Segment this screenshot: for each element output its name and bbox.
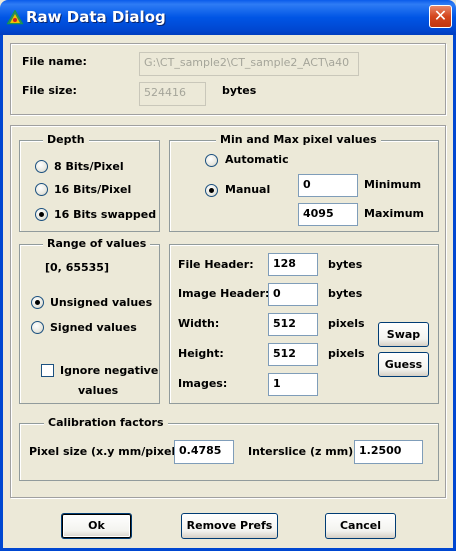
depth-8bit-radio[interactable] [35,160,48,173]
file-header-label: File Header: [178,258,254,271]
file-size-label: File size: [22,84,77,97]
file-header-unit: bytes [328,258,363,271]
signed-radio[interactable] [31,321,44,334]
width-input[interactable]: 512 [268,313,318,336]
calibration-group-title: Calibration factors [44,416,168,429]
ignore-negative-checkbox[interactable] [41,364,54,377]
minimum-input[interactable]: 0 [298,174,358,197]
images-input[interactable]: 1 [268,373,318,396]
maximum-input[interactable]: 4095 [298,203,358,226]
width-label: Width: [178,317,220,330]
guess-button[interactable]: Guess [378,352,429,377]
height-label: Height: [178,347,224,360]
ok-button[interactable]: Ok [61,513,132,539]
width-unit: pixels [328,317,365,330]
minmax-group-title: Min and Max pixel values [216,133,381,146]
interslice-label: Interslice (z mm): [248,445,358,458]
height-input[interactable]: 512 [268,343,318,366]
images-label: Images: [178,377,228,390]
app-icon [6,9,24,25]
ignore-negative-label-line2[interactable]: values [78,384,118,397]
minmax-automatic-radio[interactable] [205,154,218,167]
file-name-label: File name: [22,55,87,68]
depth-16bit-radio[interactable] [35,183,48,196]
title-bar[interactable]: Raw Data Dialog ✕ [0,0,456,35]
interslice-input[interactable]: 1.2500 [354,440,423,464]
depth-16bit-swapped-label[interactable]: 16 Bits swapped [54,208,156,221]
minmax-manual-radio[interactable] [205,184,218,197]
image-header-unit: bytes [328,287,363,300]
unsigned-radio[interactable] [31,296,44,309]
depth-8bit-label[interactable]: 8 Bits/Pixel [54,160,124,173]
pixel-size-input[interactable]: 0.4785 [174,440,234,464]
file-header-input[interactable]: 128 [268,253,318,276]
minimum-label: Minimum [364,178,422,191]
cancel-button[interactable]: Cancel [325,513,396,539]
ignore-negative-label-line1[interactable]: Ignore negative [60,364,158,377]
depth-16bit-label[interactable]: 16 Bits/Pixel [54,183,131,196]
minmax-manual-label[interactable]: Manual [225,183,270,196]
image-header-input[interactable]: 0 [268,283,318,306]
range-text: [0, 65535] [45,261,109,274]
file-size-field[interactable]: 524416 [139,82,206,106]
remove-prefs-button[interactable]: Remove Prefs [181,513,278,539]
depth-16bit-swapped-radio[interactable] [35,208,48,221]
close-button[interactable]: ✕ [429,5,452,28]
close-icon: ✕ [433,6,448,25]
height-unit: pixels [328,347,365,360]
range-group-title: Range of values [43,237,151,250]
swap-button[interactable]: Swap [378,322,429,347]
depth-group-title: Depth [43,133,89,146]
unsigned-label[interactable]: Unsigned values [50,296,152,309]
image-header-label: Image Header: [178,287,270,300]
file-name-field[interactable]: G:\CT_sample2\CT_sample2_ACT\a40 [139,52,359,76]
pixel-size-label: Pixel size (x.y mm/pixel): [29,445,185,458]
signed-label[interactable]: Signed values [50,321,137,334]
maximum-label: Maximum [364,207,424,220]
file-size-unit: bytes [222,84,257,97]
minmax-automatic-label[interactable]: Automatic [225,153,289,166]
window-title: Raw Data Dialog [26,8,166,26]
